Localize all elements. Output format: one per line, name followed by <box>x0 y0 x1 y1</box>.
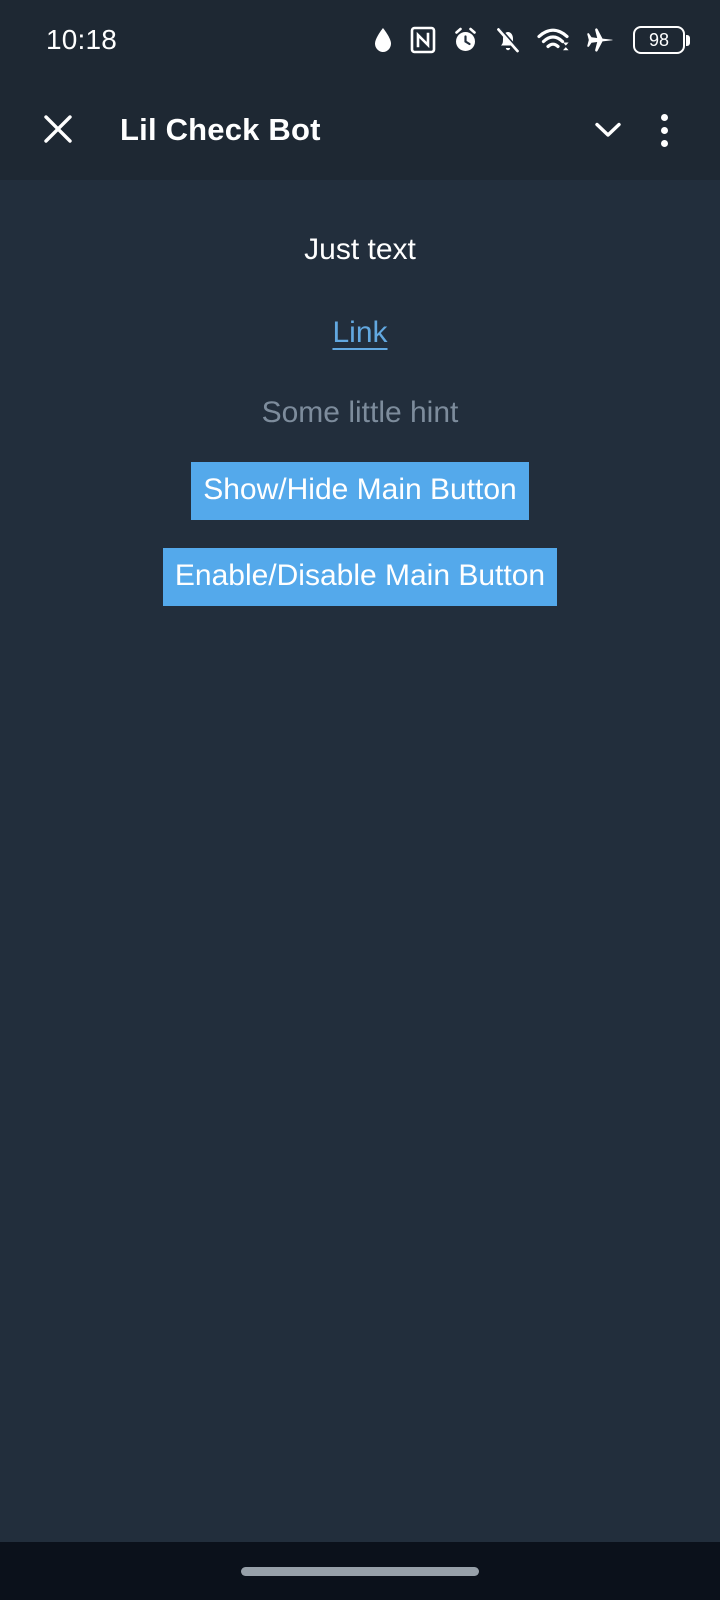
battery-icon: 98 <box>633 26 690 54</box>
gesture-pill[interactable] <box>241 1566 479 1576</box>
hint-text: Some little hint <box>261 396 459 429</box>
collapse-button[interactable] <box>580 102 636 158</box>
show-hide-main-button[interactable]: Show/Hide Main Button <box>191 462 529 520</box>
system-navigation-bar <box>0 1542 720 1600</box>
button-stack: Show/Hide Main Button Enable/Disable Mai… <box>0 462 720 606</box>
water-drop-icon <box>372 26 394 54</box>
airplane-mode-icon <box>585 26 615 54</box>
wifi-icon <box>537 26 569 54</box>
status-bar: 10:18 98 <box>0 0 720 80</box>
demo-link[interactable]: Link <box>332 316 387 349</box>
battery-level-label: 98 <box>648 30 670 50</box>
link-row: Link <box>332 316 387 350</box>
webapp-content: Just text Link Some little hint Show/Hid… <box>0 180 720 1542</box>
more-options-button[interactable] <box>636 102 692 158</box>
close-icon <box>41 112 75 149</box>
alarm-clock-icon <box>452 26 479 54</box>
page-title: Lil Check Bot <box>120 112 321 147</box>
phone-screen: 10:18 98 Lil Check Bot Just text Link So… <box>0 0 720 1600</box>
webapp-header: Lil Check Bot <box>0 80 720 180</box>
battery-cap <box>686 34 690 46</box>
chevron-down-icon <box>590 111 626 150</box>
battery-body: 98 <box>633 26 685 54</box>
bell-muted-icon <box>495 26 521 54</box>
plain-text: Just text <box>304 233 416 266</box>
nfc-icon <box>410 26 436 54</box>
status-bar-icons: 98 <box>372 26 690 54</box>
status-bar-clock: 10:18 <box>46 24 118 55</box>
close-button[interactable] <box>30 102 86 158</box>
more-options-icon <box>660 113 668 147</box>
enable-disable-main-button[interactable]: Enable/Disable Main Button <box>162 548 558 606</box>
